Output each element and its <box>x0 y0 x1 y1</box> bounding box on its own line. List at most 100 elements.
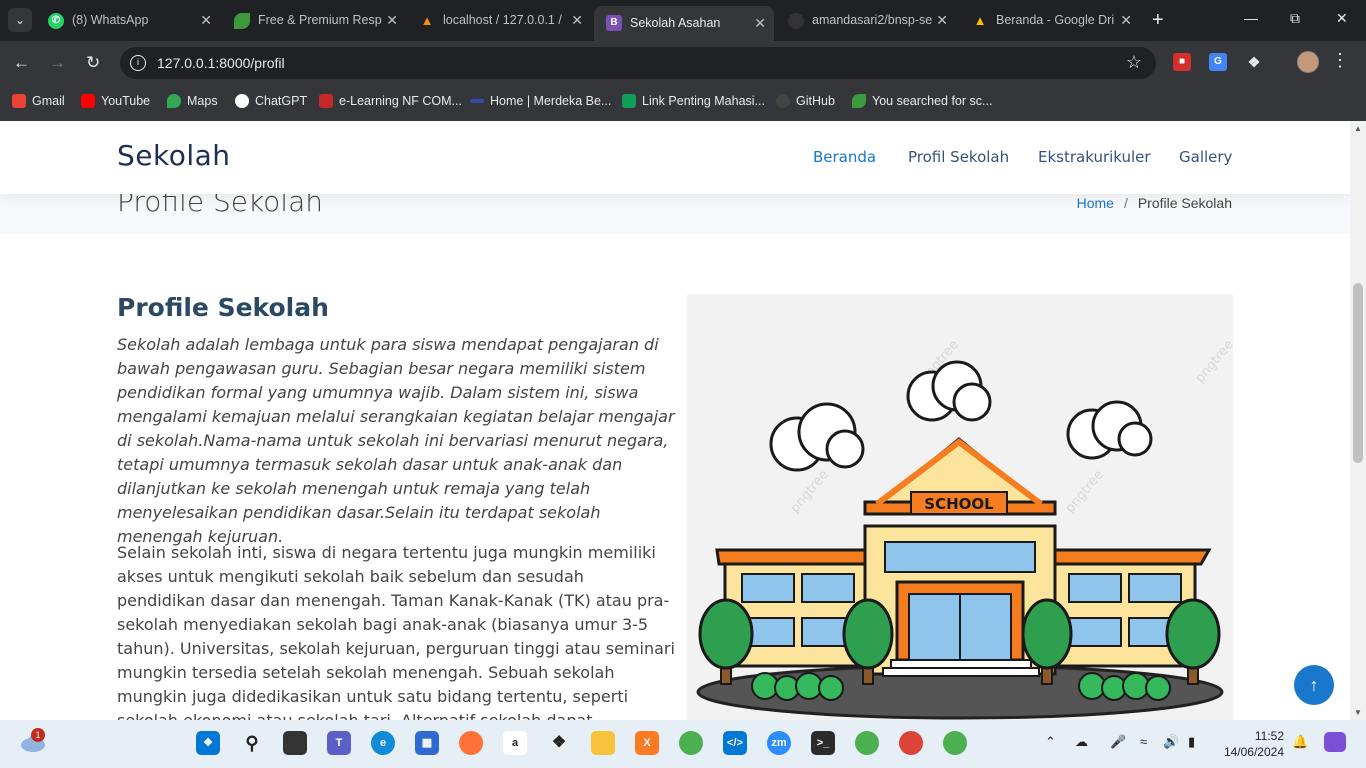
google-translate-icon[interactable]: G <box>1209 53 1227 71</box>
tree-icon <box>698 598 754 685</box>
tab-github[interactable]: amandasari2/bnsp-se ✕ <box>776 6 956 35</box>
dropbox-icon[interactable]: ❖ <box>547 731 571 755</box>
close-icon[interactable]: ✕ <box>754 6 766 41</box>
gmail-icon <box>12 94 26 108</box>
arrow-up-icon: ↑ <box>1309 675 1319 695</box>
close-icon[interactable]: ✕ <box>571 6 583 35</box>
notification-bell-icon[interactable]: 🔔 <box>1292 734 1308 750</box>
bookmark-elearning[interactable]: e-Learning NF COM... <box>319 93 462 109</box>
terminal-icon[interactable]: >_ <box>811 731 835 755</box>
bookmark-link-penting[interactable]: Link Penting Mahasi... <box>622 93 765 109</box>
youtube-icon <box>81 94 95 108</box>
bookmark-label: GitHub <box>796 94 835 108</box>
forward-arrow-icon[interactable]: → <box>49 52 66 74</box>
close-icon[interactable]: ✕ <box>936 6 948 35</box>
microphone-icon[interactable]: 🎤 <box>1110 734 1126 750</box>
bookmark-gmail[interactable]: Gmail <box>12 93 65 109</box>
cloud-icon <box>769 402 865 472</box>
bookmark-searched[interactable]: You searched for sc... <box>852 93 992 109</box>
breadcrumb-current: Profile Sekolah <box>1137 195 1232 211</box>
close-icon[interactable]: ✕ <box>386 6 398 35</box>
merdeka-icon <box>470 99 484 103</box>
clock-time: 11:52 <box>1254 729 1284 743</box>
nav-gallery[interactable]: Gallery <box>1179 148 1232 166</box>
scroll-up-icon[interactable]: ▲ <box>1354 124 1362 133</box>
bookmark-label: YouTube <box>101 94 151 108</box>
about-paragraph-1: Sekolah adalah lembaga untuk para siswa … <box>117 335 675 546</box>
about-title: Profile Sekolah <box>117 293 329 322</box>
edge-icon[interactable]: e <box>371 731 395 755</box>
bookmark-maps[interactable]: Maps <box>167 93 218 109</box>
bookmark-merdeka[interactable]: Home | Merdeka Be... <box>470 93 611 109</box>
breadcrumb: Home / Profile Sekolah <box>1077 195 1232 211</box>
chrome-icon[interactable] <box>943 731 967 755</box>
page-scrollbar[interactable]: ▲ ▼ <box>1350 121 1366 720</box>
nav-ekstrakurikuler[interactable]: Ekstrakurikuler <box>1038 148 1151 166</box>
site-logo[interactable]: Sekolah <box>117 139 231 172</box>
amazon-icon[interactable]: a <box>503 731 527 755</box>
clock[interactable]: 11:52 14/06/2024 <box>1218 728 1284 760</box>
task-view-icon[interactable] <box>283 731 307 755</box>
copilot-icon[interactable] <box>1324 732 1346 752</box>
nav-beranda[interactable]: Beranda <box>813 148 876 166</box>
bookmark-youtube[interactable]: YouTube <box>81 93 150 109</box>
tab-google-drive[interactable]: ▲ Beranda - Google Dri ✕ <box>960 6 1140 35</box>
new-tab-button[interactable]: + <box>1152 8 1164 32</box>
volume-icon[interactable]: 🔊 <box>1163 734 1179 750</box>
zoom-icon[interactable]: zm <box>767 731 791 755</box>
file-explorer-icon[interactable] <box>591 731 615 755</box>
scrollbar-thumb[interactable] <box>1353 283 1363 463</box>
tab-title: Free & Premium Resp <box>258 13 382 27</box>
teams-icon[interactable]: T <box>327 731 351 755</box>
windows-start-icon[interactable]: ❖ <box>196 731 220 755</box>
chevron-up-icon[interactable]: ⌃ <box>1045 734 1056 750</box>
bootstrap-icon: B <box>606 15 622 31</box>
tab-sekolah-asahan[interactable]: B Sekolah Asahan ✕ <box>594 6 774 41</box>
github-icon <box>776 94 790 108</box>
vscode-icon[interactable]: </> <box>723 731 747 755</box>
bookmark-star-icon[interactable]: ☆ <box>1126 52 1142 73</box>
url-text[interactable]: 127.0.0.1:8000/profil <box>157 55 285 71</box>
xampp-icon[interactable]: X <box>635 731 659 755</box>
site-info-icon[interactable]: i <box>130 55 146 71</box>
close-icon[interactable]: ✕ <box>200 6 212 35</box>
window-close-icon[interactable]: ✕ <box>1336 10 1348 27</box>
school-illustration: pngtree pngtree pngtree pngtree SCHOOL <box>687 294 1233 720</box>
chrome-icon[interactable] <box>855 731 879 755</box>
breadcrumb-home-link[interactable]: Home <box>1077 195 1114 211</box>
tab-title: (8) WhatsApp <box>72 13 149 27</box>
bookmark-label: You searched for sc... <box>872 94 993 108</box>
minimize-icon[interactable]: — <box>1244 10 1258 26</box>
microsoft-store-icon[interactable]: ▦ <box>415 731 439 755</box>
search-icon[interactable]: ⚲ <box>240 731 264 755</box>
tab-whatsapp[interactable]: ✆ (8) WhatsApp ✕ <box>36 6 220 35</box>
more-menu-icon[interactable]: ⋮ <box>1331 50 1349 71</box>
scroll-down-icon[interactable]: ▼ <box>1354 708 1362 717</box>
bookmark-github[interactable]: GitHub <box>776 93 835 109</box>
tab-search-chevron-icon[interactable]: ⌄ <box>8 8 32 32</box>
close-icon[interactable]: ✕ <box>1120 6 1132 35</box>
bookmark-label: e-Learning NF COM... <box>339 94 462 108</box>
address-bar[interactable]: i 127.0.0.1:8000/profil ☆ <box>120 47 1156 79</box>
battery-icon[interactable]: ▮ <box>1188 734 1195 750</box>
about-paragraph-2: Selain sekolah inti, siswa di negara ter… <box>117 543 675 720</box>
bookmark-label: Home | Merdeka Be... <box>490 94 612 108</box>
chrome-profile-icon[interactable] <box>679 731 703 755</box>
tab-free-premium[interactable]: Free & Premium Resp ✕ <box>222 6 406 35</box>
chrome-icon[interactable] <box>899 731 923 755</box>
extension-red-icon[interactable]: ■ <box>1173 53 1191 71</box>
back-to-top-button[interactable]: ↑ <box>1294 665 1334 705</box>
extensions-puzzle-icon[interactable]: ❖ <box>1245 53 1263 71</box>
reload-icon[interactable]: ↻ <box>86 52 100 74</box>
restore-icon[interactable]: ⧉ <box>1290 10 1300 27</box>
nav-profil-sekolah[interactable]: Profil Sekolah <box>908 148 1009 166</box>
profile-avatar[interactable] <box>1297 51 1319 73</box>
school-sign-text: SCHOOL <box>924 495 994 513</box>
cloud-sync-icon[interactable]: ☁ <box>1075 734 1088 750</box>
bookmark-chatgpt[interactable]: ChatGPT <box>235 93 307 109</box>
back-arrow-icon[interactable]: ← <box>13 52 30 74</box>
wifi-icon[interactable]: ≈ <box>1140 734 1147 749</box>
tab-localhost[interactable]: ▲ localhost / 127.0.0.1 / ✕ <box>407 6 591 35</box>
firefox-icon[interactable] <box>459 731 483 755</box>
bookmark-label: Gmail <box>32 94 65 108</box>
